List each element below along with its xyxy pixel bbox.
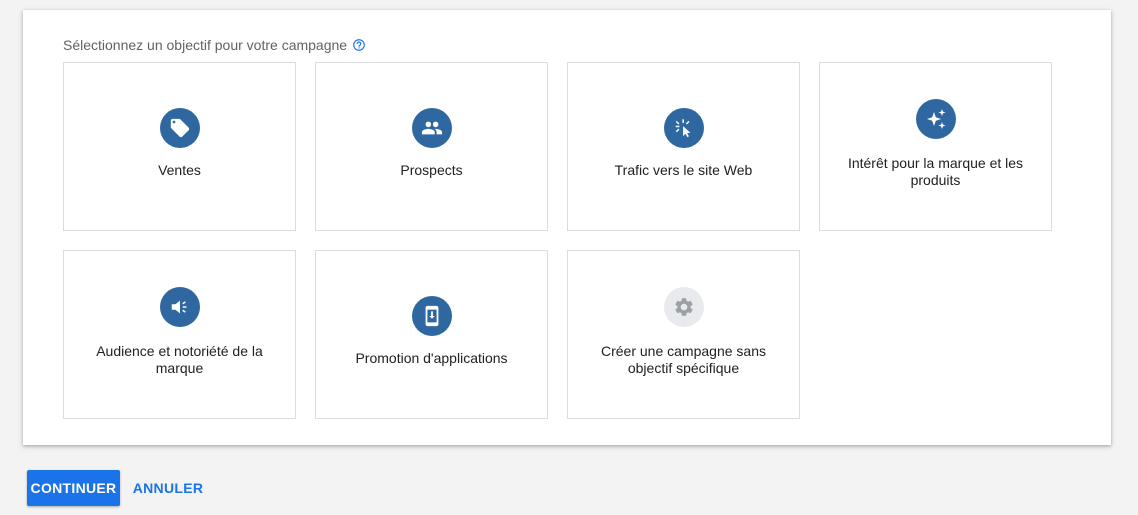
phone-download-icon <box>411 296 452 336</box>
gear-icon <box>663 287 704 327</box>
tag-icon <box>159 108 200 148</box>
sparkle-icon <box>915 99 956 139</box>
objective-tile-brand-interest[interactable]: Intérêt pour la marque et les produits <box>819 62 1052 231</box>
objective-tile-brand-awareness[interactable]: Audience et notoriété de la marque <box>63 250 296 419</box>
objective-label: Créer une campagne sans objectif spécifi… <box>601 343 766 376</box>
objective-label: Audience et notoriété de la marque <box>96 343 263 376</box>
objective-label: Intérêt pour la marque et les produits <box>847 155 1024 188</box>
panel-heading: Sélectionnez un objectif pour votre camp… <box>63 37 366 53</box>
objective-label: Ventes <box>158 162 201 178</box>
objective-label: Prospects <box>400 162 463 178</box>
continue-button[interactable]: CONTINUER <box>27 470 120 506</box>
objective-tile-leads[interactable]: Prospects <box>315 62 548 231</box>
objective-tile-no-goal[interactable]: Créer une campagne sans objectif spécifi… <box>567 250 800 419</box>
objective-tile-website-traffic[interactable]: Trafic vers le site Web <box>567 62 800 231</box>
objective-label: Trafic vers le site Web <box>614 162 753 178</box>
objective-panel: Sélectionnez un objectif pour votre camp… <box>23 10 1111 445</box>
cancel-button[interactable]: ANNULER <box>130 470 206 506</box>
people-icon <box>411 108 452 148</box>
objective-tile-sales[interactable]: Ventes <box>63 62 296 231</box>
objective-tile-app-promotion[interactable]: Promotion d'applications <box>315 250 548 419</box>
megaphone-icon <box>159 287 200 327</box>
heading-text: Sélectionnez un objectif pour votre camp… <box>63 37 348 53</box>
help-icon[interactable] <box>352 38 366 52</box>
objective-label: Promotion d'applications <box>355 350 508 366</box>
cursor-click-icon <box>663 108 704 148</box>
